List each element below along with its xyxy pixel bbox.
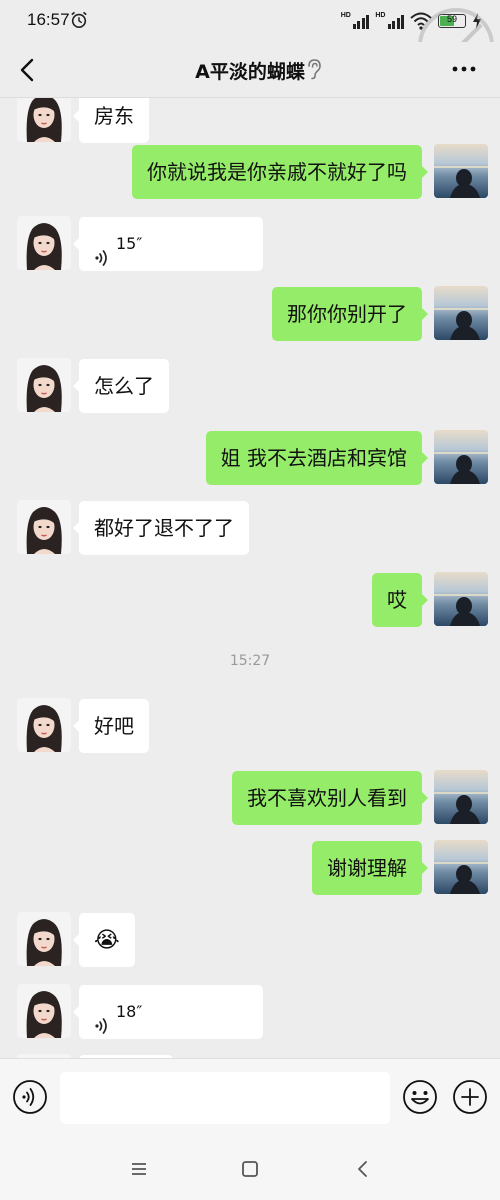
contact-avatar[interactable] <box>17 358 71 412</box>
menu-icon[interactable] <box>126 1156 152 1182</box>
message-text: 姐 我不去酒店和宾馆 <box>220 446 407 470</box>
text-message-bubble[interactable]: 怎么了 <box>73 359 169 413</box>
incoming-message-row: 15″ <box>0 216 500 271</box>
message-text: 怎么了 <box>94 374 154 398</box>
outgoing-message-row: 姐 我不去酒店和宾馆 <box>0 430 500 485</box>
voice-message-bubble[interactable]: 15″ <box>73 217 263 271</box>
message-text: 你就说我是你亲戚不就好了吗 <box>147 160 407 184</box>
my-avatar[interactable] <box>434 144 488 198</box>
back-icon[interactable] <box>350 1156 376 1182</box>
contact-avatar[interactable] <box>17 216 71 270</box>
incoming-message-row: 房东 <box>0 98 500 143</box>
message-list[interactable]: 房东你就说我是你亲戚不就好了吗 15″ 那你你别开了怎么了姐 我不去酒店和宾馆都好了… <box>0 98 500 1058</box>
incoming-message-row: 都好了退不了了 <box>0 500 500 555</box>
input-bar <box>0 1058 500 1138</box>
message-input[interactable] <box>60 1072 390 1124</box>
my-avatar[interactable] <box>434 286 488 340</box>
network-label: HD <box>340 11 351 19</box>
plus-icon[interactable] <box>452 1079 488 1115</box>
home-icon[interactable] <box>237 1156 263 1182</box>
text-message-bubble[interactable]: 谢谢理解 <box>312 841 428 895</box>
text-message-bubble[interactable]: 都好了退不了了 <box>73 501 249 555</box>
my-avatar[interactable] <box>434 840 488 894</box>
chat-header: A平淡的蝴蝶 <box>0 42 500 98</box>
ear-icon <box>308 59 321 80</box>
message-text: 房东 <box>94 104 134 128</box>
message-text: 那你你别开了 <box>287 302 407 326</box>
outgoing-message-row: 你就说我是你亲戚不就好了吗 <box>0 144 500 199</box>
outgoing-message-row: 哎 <box>0 572 500 627</box>
network-label: HD <box>375 11 386 19</box>
message-text: 哎 <box>387 588 407 612</box>
message-text: 都好了退不了了 <box>94 516 234 540</box>
message-timestamp: 15:27 <box>229 653 271 669</box>
my-avatar[interactable] <box>434 430 488 484</box>
outgoing-message-row: 谢谢理解 <box>0 840 500 895</box>
alarm-icon <box>71 11 87 29</box>
voice-duration: 15″ <box>116 234 143 253</box>
my-avatar[interactable] <box>434 770 488 824</box>
message-text: 好吧 <box>94 714 134 738</box>
text-message-bubble[interactable]: 你就说我是你亲戚不就好了吗 <box>132 145 428 199</box>
incoming-message-row: 😭 <box>0 912 500 967</box>
voice-toggle-icon[interactable] <box>12 1079 48 1115</box>
incoming-message-row: 好吧 <box>0 698 500 753</box>
text-message-bubble[interactable]: 我不喜欢别人看到 <box>232 771 428 825</box>
emoji-message-bubble[interactable]: 😭 <box>73 913 135 967</box>
contact-avatar[interactable] <box>17 500 71 554</box>
contact-avatar[interactable] <box>17 912 71 966</box>
incoming-message-row: 怎么了 <box>0 358 500 413</box>
signal-icon <box>352 13 370 29</box>
message-text: 谢谢理解 <box>327 856 407 880</box>
incoming-message-row: 18″ <box>0 984 500 1039</box>
text-message-bubble[interactable]: 房东 <box>73 98 149 143</box>
status-time: 16:57 <box>27 10 70 29</box>
my-avatar[interactable] <box>434 572 488 626</box>
text-message-bubble[interactable]: 姐 我不去酒店和宾馆 <box>205 431 429 485</box>
contact-avatar[interactable] <box>17 984 71 1038</box>
outgoing-message-row: 那你你别开了 <box>0 286 500 341</box>
contact-avatar[interactable] <box>17 698 71 752</box>
voice-duration: 18″ <box>116 1002 143 1021</box>
voice-wave-icon <box>94 235 110 266</box>
chat-title: A平淡的蝴蝶 <box>195 61 305 83</box>
signal-icon <box>387 13 404 29</box>
voice-wave-icon <box>94 1003 110 1034</box>
smiley-icon[interactable] <box>402 1079 438 1115</box>
text-message-bubble[interactable]: 那你你别开了 <box>272 287 428 341</box>
crying-emoji: 😭 <box>94 928 120 953</box>
system-nav-bar <box>0 1138 500 1200</box>
voice-message-bubble[interactable]: 18″ <box>73 985 263 1039</box>
more-icon[interactable] <box>450 59 478 79</box>
text-message-bubble[interactable]: 好吧 <box>73 699 149 753</box>
message-text: 我不喜欢别人看到 <box>247 786 407 810</box>
text-message-bubble[interactable]: 哎 <box>372 573 428 627</box>
contact-avatar[interactable] <box>17 98 71 142</box>
outgoing-message-row: 我不喜欢别人看到 <box>0 770 500 825</box>
